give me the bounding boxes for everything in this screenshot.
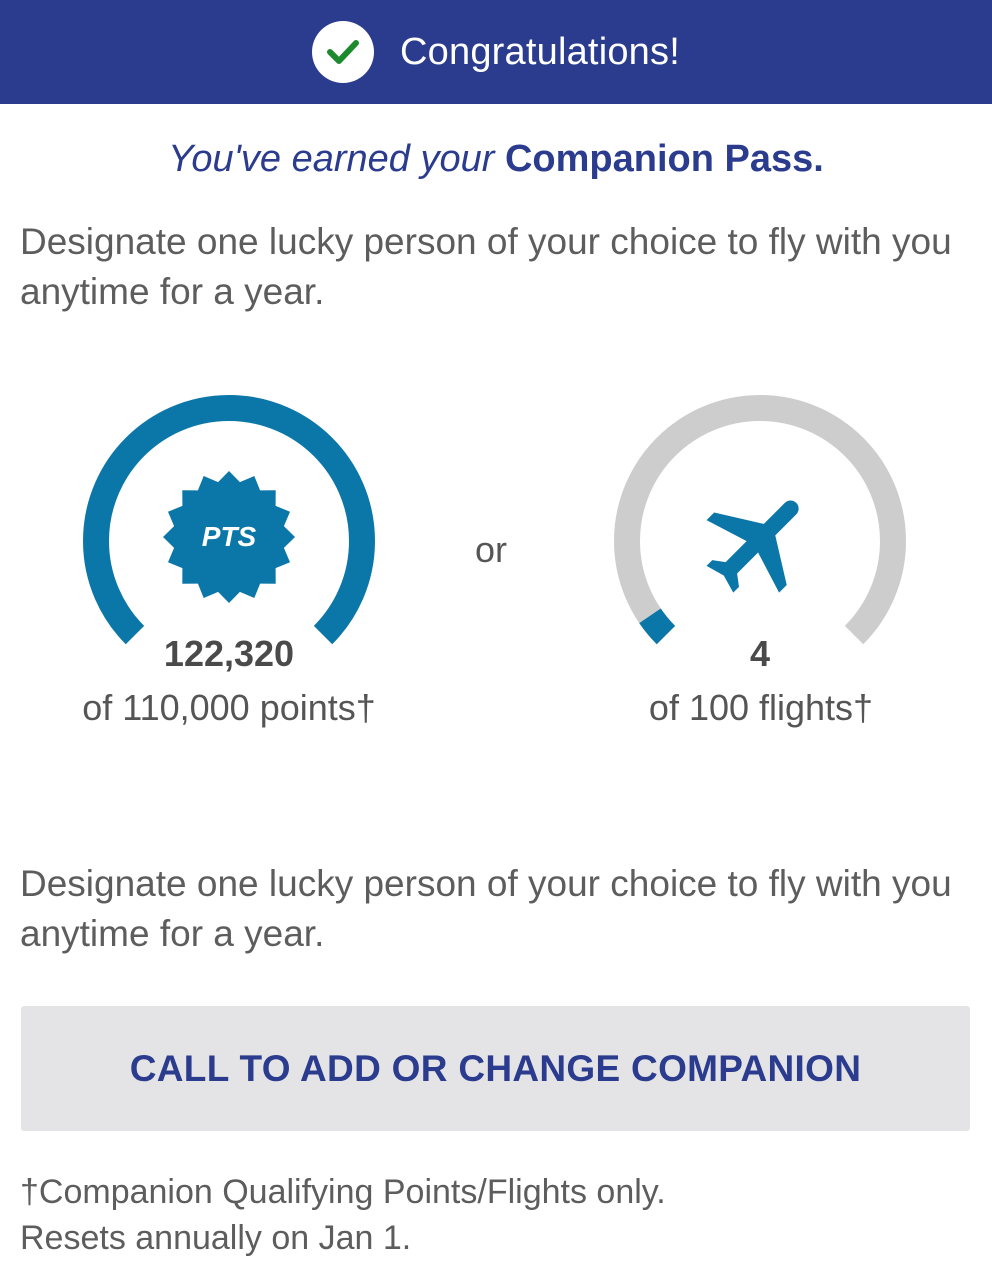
pts-badge-icon: PTS — [163, 471, 295, 603]
footnote-line-1: †Companion Qualifying Points/Flights onl… — [20, 1173, 666, 1211]
checkmark-circle-icon — [312, 21, 375, 83]
progress-gauges: PTS or 122,320 of 110,000 points† 4 of 1… — [0, 389, 992, 859]
footnote: †Companion Qualifying Points/Flights onl… — [0, 1169, 992, 1261]
pts-badge-label: PTS — [202, 521, 257, 552]
gauge-separator: or — [475, 529, 508, 570]
description-bottom: Designate one lucky person of your choic… — [20, 863, 952, 954]
description-top: Designate one lucky person of your choic… — [20, 221, 952, 312]
header-bar: Congratulations! — [0, 0, 992, 104]
airplane-icon — [706, 500, 799, 593]
flights-value: 4 — [749, 633, 771, 674]
points-value: 122,320 — [163, 633, 295, 674]
header-title: Congratulations! — [400, 30, 680, 73]
cta-label: CALL TO ADD OR CHANGE COMPANION — [129, 1047, 862, 1089]
footnote-line-2: Resets annually on Jan 1. — [20, 1219, 412, 1257]
subtitle-highlight: Companion Pass. — [504, 138, 824, 180]
call-to-change-companion-button[interactable]: CALL TO ADD OR CHANGE COMPANION — [21, 1006, 970, 1131]
points-caption: of 110,000 points† — [82, 687, 376, 728]
flights-gauge-track — [614, 395, 906, 645]
gauges-graphic: PTS — [83, 395, 906, 645]
flights-caption: of 100 flights† — [648, 687, 874, 728]
subtitle-lead: You've earned your — [168, 138, 505, 180]
subtitle: You've earned your Companion Pass. — [0, 138, 992, 190]
